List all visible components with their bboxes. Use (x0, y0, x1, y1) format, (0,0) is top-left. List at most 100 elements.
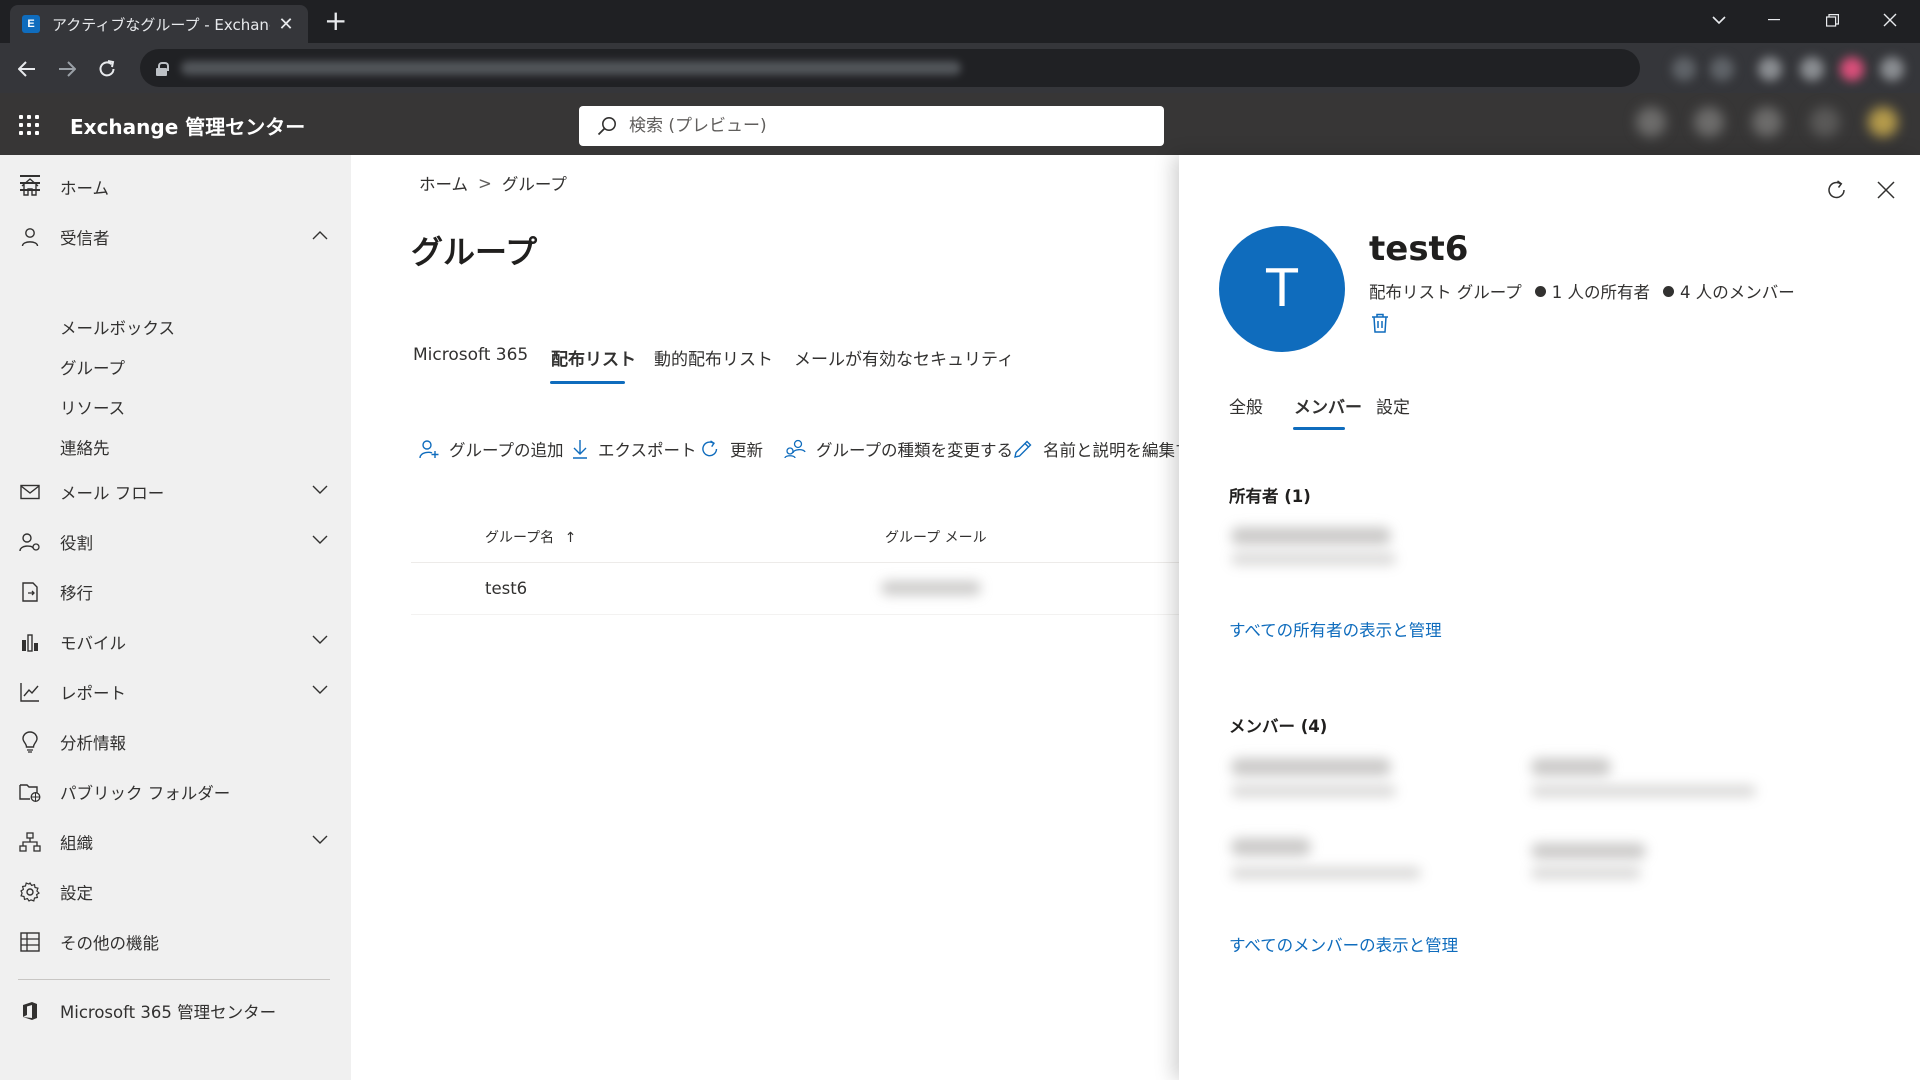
nav-item-mail-flow[interactable]: メール フロー (0, 472, 351, 512)
chevron-up-icon (312, 231, 328, 240)
nav-item-reports[interactable]: レポート (0, 672, 351, 712)
nav-label: 分析情報 (60, 734, 126, 753)
group-meta: 配布リスト グループ 1 人の所有者 4 人のメンバー (1369, 279, 1795, 303)
refresh-icon[interactable] (1826, 179, 1848, 201)
breadcrumb-separator: > (478, 173, 492, 193)
reload-button[interactable] (91, 53, 123, 85)
group-avatar: T (1219, 226, 1345, 352)
refresh-icon (702, 440, 718, 457)
member-name-redacted (1231, 758, 1391, 776)
office-logo-icon (18, 999, 42, 1023)
nav-subitem-resources[interactable]: リソース (60, 395, 125, 419)
window-close-button[interactable] (1861, 0, 1919, 40)
close-icon[interactable] (1877, 181, 1895, 199)
nav-item-insights[interactable]: 分析情報 (0, 722, 351, 762)
minimize-button[interactable] (1745, 0, 1803, 40)
nav-item-roles[interactable]: 役割 (0, 522, 351, 562)
owners-count: 1 人の所有者 (1551, 283, 1651, 302)
nav-item-recipients[interactable]: 受信者 (0, 217, 351, 257)
header-icon[interactable] (1810, 107, 1840, 137)
view-manage-owners-link[interactable]: すべての所有者の表示と管理 (1229, 617, 1442, 641)
nav-subitem-mailbox[interactable]: メールボックス (60, 315, 175, 339)
delete-icon[interactable] (1371, 313, 1389, 333)
back-button[interactable] (11, 53, 43, 85)
tab-settings[interactable]: 設定 (1376, 393, 1410, 418)
refresh-button[interactable]: 更新 (700, 437, 763, 461)
nav-item-other-features[interactable]: その他の機能 (0, 922, 351, 962)
change-group-type-label: グループの種類を変更する (816, 441, 1014, 460)
tab-dynamic-distribution-list[interactable]: 動的配布リスト (654, 345, 773, 370)
table-row-divider (411, 614, 1179, 615)
browser-tabstrip: E アクティブなグループ - Exchange admin center ✕ + (0, 0, 1920, 43)
owner-email-redacted (1231, 553, 1396, 565)
nav-item-organization[interactable]: 組織 (0, 822, 351, 862)
browser-tab[interactable]: E アクティブなグループ - Exchange admin center ✕ (10, 5, 308, 43)
edit-name-description-button[interactable]: 名前と説明を編集す (1013, 437, 1192, 461)
url-text-redacted (181, 61, 961, 75)
lock-icon (156, 61, 169, 76)
nav-item-mobile[interactable]: モバイル (0, 622, 351, 662)
member-email-redacted (1531, 785, 1756, 797)
export-button[interactable]: エクスポート (572, 437, 697, 461)
members-count: 4 人のメンバー (1680, 283, 1795, 302)
nav-subitem-groups[interactable]: グループ (60, 355, 125, 379)
main-content: ホーム > グループ グループ Microsoft 365 配布リスト 動的配布… (351, 155, 1192, 1080)
nav-item-settings[interactable]: 設定 (0, 872, 351, 912)
nav-label: 受信者 (60, 229, 110, 248)
tab-microsoft-365[interactable]: Microsoft 365 (413, 345, 528, 365)
tab-members[interactable]: メンバー (1294, 393, 1362, 418)
restore-button[interactable] (1803, 0, 1861, 40)
export-label: エクスポート (598, 441, 697, 460)
member-name-redacted (1231, 838, 1311, 856)
address-bar[interactable] (140, 49, 1640, 87)
browser-menu-icon[interactable] (1880, 57, 1904, 81)
extension-icon[interactable] (1758, 57, 1782, 81)
column-header-group-email[interactable]: グループ メール (885, 527, 987, 547)
chevron-down-icon (312, 685, 328, 694)
tab-distribution-list[interactable]: 配布リスト (551, 345, 636, 370)
nav-subitem-contacts[interactable]: 連絡先 (60, 435, 110, 459)
tab-search-chevron-icon[interactable] (1690, 0, 1748, 40)
nav-item-m365-admin-center[interactable]: Microsoft 365 管理センター (0, 991, 351, 1031)
tab-close-icon[interactable]: ✕ (276, 14, 296, 35)
forward-button[interactable] (51, 53, 83, 85)
header-icon[interactable] (1752, 107, 1782, 137)
search-input[interactable] (629, 116, 1129, 136)
nav-label: モバイル (60, 634, 126, 653)
extension-icon[interactable] (1710, 57, 1734, 81)
migration-icon (18, 580, 42, 604)
nav-item-migration[interactable]: 移行 (0, 572, 351, 612)
member-email-redacted (1231, 867, 1421, 879)
change-group-type-button[interactable]: グループの種類を変更する (784, 437, 1013, 461)
lightbulb-icon (18, 730, 42, 754)
home-icon (18, 175, 42, 199)
nav-label: 移行 (60, 584, 93, 603)
header-icon[interactable] (1636, 107, 1666, 137)
mobile-icon (18, 630, 42, 654)
user-avatar[interactable] (1868, 107, 1898, 137)
profile-avatar[interactable] (1840, 57, 1864, 81)
new-tab-button[interactable]: + (324, 6, 347, 36)
breadcrumb-home[interactable]: ホーム (419, 171, 468, 195)
extension-icon[interactable] (1800, 57, 1824, 81)
header-icon[interactable] (1694, 107, 1724, 137)
sort-ascending-icon: ↑ (564, 530, 577, 546)
table-row-group-name[interactable]: test6 (485, 579, 527, 598)
app-launcher-icon[interactable] (19, 115, 39, 135)
nav-item-home[interactable]: ホーム (0, 167, 351, 207)
chevron-down-icon (312, 835, 328, 844)
view-manage-members-link[interactable]: すべてのメンバーの表示と管理 (1229, 932, 1458, 956)
table-icon (18, 930, 42, 954)
browser-toolbar (0, 43, 1920, 93)
column-header-group-name[interactable]: グループ名 ↑ (485, 527, 576, 547)
tab-mail-enabled-security[interactable]: メールが有効なセキュリティ (794, 345, 1014, 370)
add-group-button[interactable]: グループの追加 (419, 437, 564, 461)
extension-icon[interactable] (1672, 57, 1696, 81)
nav-label: メール フロー (60, 484, 165, 503)
nav-item-public-folders[interactable]: パブリック フォルダー (0, 772, 351, 812)
tab-general[interactable]: 全般 (1229, 393, 1263, 418)
bullet-icon (1663, 285, 1675, 297)
breadcrumb-groups[interactable]: グループ (502, 171, 567, 195)
search-box[interactable] (579, 106, 1164, 146)
active-tab-indicator (1293, 427, 1345, 430)
